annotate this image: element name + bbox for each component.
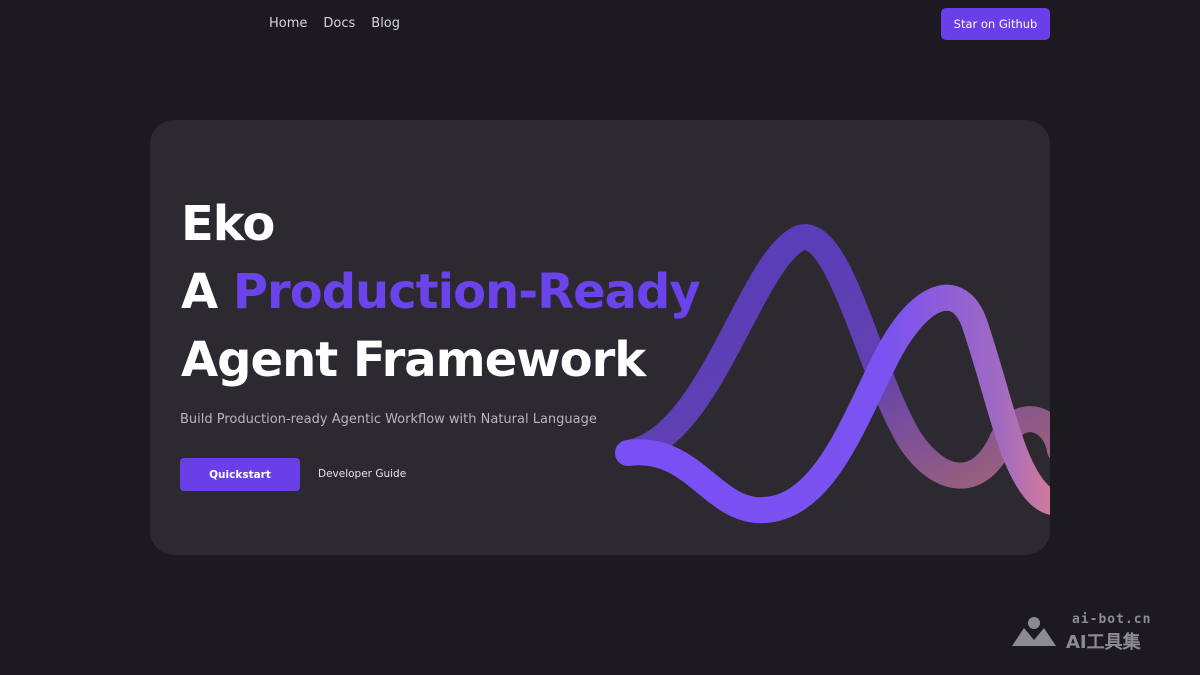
watermark-name: AI工具集 xyxy=(1066,632,1141,653)
hero-title-accent: Production-Ready xyxy=(232,264,701,320)
hero-title-line2: A Production-Ready xyxy=(181,258,701,326)
nav-link-home[interactable]: Home xyxy=(269,16,307,32)
nav-links: Home Docs Blog xyxy=(269,16,400,32)
watermark-domain: ai-bot.cn xyxy=(1072,612,1152,627)
nav-link-docs[interactable]: Docs xyxy=(323,16,355,32)
page: Home Docs Blog Star on Github Eko A Prod… xyxy=(0,0,1200,675)
watermark: ai-bot.cn AI工具集 xyxy=(1008,612,1168,653)
hero-title: Eko A Production-Ready Agent Framework xyxy=(181,190,701,394)
hero-title-line1: Eko xyxy=(181,196,275,252)
hero-title-prefix: A xyxy=(181,264,233,320)
quickstart-button[interactable]: Quickstart xyxy=(180,458,300,491)
hero-card: Eko A Production-Ready Agent Framework B… xyxy=(150,120,1050,555)
hero-subtitle: Build Production-ready Agentic Workflow … xyxy=(180,412,597,427)
nav-link-blog[interactable]: Blog xyxy=(371,16,400,32)
developer-guide-link[interactable]: Developer Guide xyxy=(318,468,406,480)
star-on-github-button[interactable]: Star on Github xyxy=(941,8,1050,40)
top-nav: Home Docs Blog Star on Github xyxy=(0,0,1200,48)
hero-title-line3: Agent Framework xyxy=(181,332,646,388)
ai-bot-logo-icon xyxy=(1012,617,1056,646)
